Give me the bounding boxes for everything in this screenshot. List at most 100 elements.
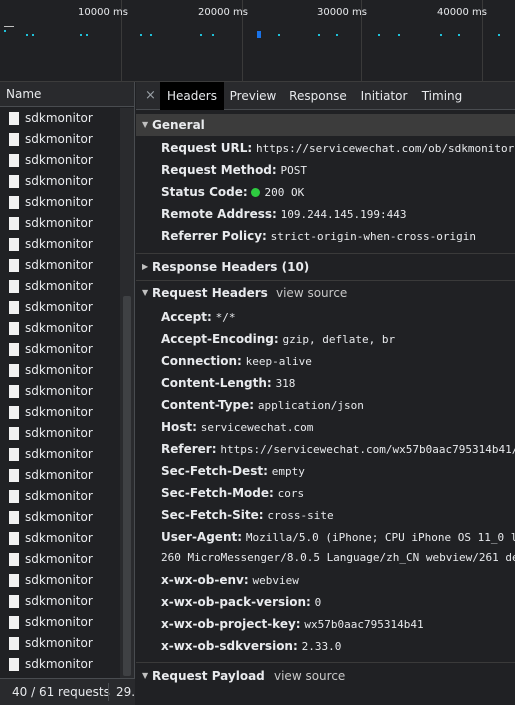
request-row[interactable]: sdkmonitor (0, 486, 120, 507)
header-value: cors (277, 487, 305, 500)
request-row[interactable]: sdkmonitor (0, 528, 120, 549)
request-row[interactable]: sdkmonitor (0, 591, 120, 612)
request-row[interactable]: sdkmonitor (0, 360, 120, 381)
header-value: POST (280, 164, 308, 177)
x-wx-ob-project-key-row: x-wx-ob-project-key: wx57b0aac795314b41 (161, 613, 424, 635)
request-name: sdkmonitor (25, 384, 93, 398)
request-name: sdkmonitor (25, 447, 93, 461)
request-row[interactable]: sdkmonitor (0, 255, 120, 276)
request-row[interactable]: sdkmonitor (0, 318, 120, 339)
referrer-policy-row: Referrer Policy: strict-origin-when-cros… (161, 225, 476, 247)
request-headers-section-header[interactable]: ▼ Request Headers view source (136, 282, 515, 304)
scrollbar-thumb[interactable] (123, 296, 131, 676)
document-icon (9, 658, 19, 671)
timeline-mark (86, 34, 88, 36)
view-source-link[interactable]: view source (274, 665, 345, 687)
request-row[interactable]: sdkmonitor (0, 570, 120, 591)
section-title: Request Payload (152, 669, 265, 683)
document-icon (9, 301, 19, 314)
header-value: 318 (275, 377, 296, 390)
general-section-header[interactable]: ▼ General (136, 114, 515, 136)
header-key: Accept: (161, 310, 212, 324)
timeline-overview[interactable]: 10000 ms 20000 ms 30000 ms 40000 ms (0, 0, 515, 82)
request-row[interactable]: sdkmonitor (0, 276, 120, 297)
request-row[interactable]: sdkmonitor (0, 444, 120, 465)
request-row[interactable]: sdkmonitor (0, 633, 120, 654)
response-headers-section-header[interactable]: ▶ Response Headers (10) (136, 256, 515, 278)
timeline-mark (4, 26, 14, 27)
close-icon[interactable]: × (145, 88, 156, 103)
header-value: Mozilla/5.0 (iPhone; CPU iPhone OS 11_0 … (245, 531, 515, 544)
request-payload-section-header[interactable]: ▼ Request Payload view source (136, 665, 515, 687)
request-name: sdkmonitor (25, 615, 93, 629)
request-row[interactable]: sdkmonitor (0, 108, 120, 129)
tab-timing[interactable]: Timing (414, 82, 470, 110)
detail-tabs: × Headers Preview Response Initiator Tim… (136, 82, 515, 110)
request-name: sdkmonitor (25, 258, 93, 272)
header-key: Request URL: (161, 141, 253, 155)
tab-initiator[interactable]: Initiator (354, 82, 414, 110)
header-key: Referrer Policy: (161, 229, 267, 243)
request-row[interactable]: sdkmonitor (0, 129, 120, 150)
view-source-link[interactable]: view source (276, 282, 347, 304)
x-wx-ob-sdkversion-row: x-wx-ob-sdkversion: 2.33.0 (161, 635, 341, 657)
request-row[interactable]: sdkmonitor (0, 339, 120, 360)
document-icon (9, 511, 19, 524)
document-icon (9, 154, 19, 167)
document-icon (9, 175, 19, 188)
request-name: sdkmonitor (25, 153, 93, 167)
timeline-tick-label: 20000 ms (198, 7, 248, 18)
document-icon (9, 259, 19, 272)
request-row[interactable]: sdkmonitor (0, 465, 120, 486)
request-row[interactable]: sdkmonitor (0, 381, 120, 402)
document-icon (9, 448, 19, 461)
section-divider (136, 253, 515, 254)
document-icon (9, 574, 19, 587)
header-value: 200 OK (264, 186, 305, 199)
request-row[interactable]: sdkmonitor (0, 507, 120, 528)
header-value: cross-site (267, 509, 334, 522)
header-value: gzip, deflate, br (282, 333, 396, 346)
request-row[interactable]: sdkmonitor (0, 192, 120, 213)
collapse-triangle-icon: ▼ (142, 120, 149, 129)
request-row[interactable]: sdkmonitor (0, 171, 120, 192)
header-value: https://servicewechat.com/wx57b0aac79531… (220, 443, 515, 456)
timeline-mark (80, 34, 82, 36)
timeline-mark (32, 34, 34, 36)
tab-headers[interactable]: Headers (160, 82, 224, 110)
column-header-name[interactable]: Name (0, 82, 134, 107)
request-method-row: Request Method: POST (161, 159, 307, 181)
request-list-scrollbar[interactable] (120, 108, 134, 678)
request-url-row: Request URL: https://servicewechat.com/o… (161, 137, 514, 159)
request-row[interactable]: sdkmonitor (0, 150, 120, 171)
request-row[interactable]: sdkmonitor (0, 654, 120, 675)
header-key: Accept-Encoding: (161, 332, 279, 346)
request-row[interactable]: sdkmonitor (0, 549, 120, 570)
request-row[interactable]: sdkmonitor (0, 423, 120, 444)
header-key: Remote Address: (161, 207, 277, 221)
referer-row: Referer: https://servicewechat.com/wx57b… (161, 438, 515, 460)
document-icon (9, 238, 19, 251)
header-value: 2.33.0 (301, 640, 342, 653)
header-key: Host: (161, 420, 197, 434)
header-value: https://servicewechat.com/ob/sdkmonitor (255, 142, 515, 155)
document-icon (9, 532, 19, 545)
request-name: sdkmonitor (25, 573, 93, 587)
request-name: sdkmonitor (25, 195, 93, 209)
request-row[interactable]: sdkmonitor (0, 234, 120, 255)
request-name: sdkmonitor (25, 363, 93, 377)
sec-fetch-site-row: Sec-Fetch-Site: cross-site (161, 504, 334, 526)
x-wx-ob-env-row: x-wx-ob-env: webview (161, 569, 299, 591)
timeline-mark (336, 34, 338, 36)
request-row[interactable]: sdkmonitor (0, 213, 120, 234)
request-row[interactable]: sdkmonitor (0, 612, 120, 633)
request-name: sdkmonitor (25, 531, 93, 545)
tab-preview[interactable]: Preview (224, 82, 282, 110)
request-row[interactable]: sdkmonitor (0, 402, 120, 423)
timeline-mark (26, 34, 28, 36)
accept-row: Accept: */* (161, 306, 235, 328)
status-ok-icon (251, 188, 261, 197)
request-row[interactable]: sdkmonitor (0, 297, 120, 318)
tab-response[interactable]: Response (282, 82, 354, 110)
request-name: sdkmonitor (25, 636, 93, 650)
